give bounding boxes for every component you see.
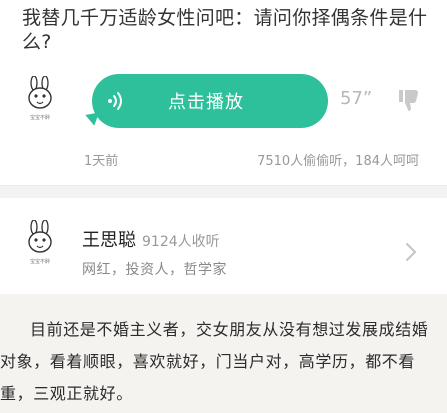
profile-name[interactable]: 王思聪 — [82, 230, 136, 251]
thumbs-down-icon[interactable] — [398, 88, 420, 112]
voice-duration: 57” — [340, 88, 373, 109]
question-text: 我替几千万适龄女性问吧：请问你择偶条件是什么? — [22, 7, 428, 53]
listen-stats: 7510人偷偷听，184人呵呵 — [257, 154, 419, 169]
avatar-caption: 宝宝不醉 — [30, 114, 50, 121]
rabbit-avatar-icon[interactable]: 宝宝不醉 — [22, 220, 58, 266]
profile-name-line: 王思聪 9124人收听 — [82, 226, 220, 252]
section-divider — [0, 185, 447, 198]
answer-box: 目前还是不婚主义者，交女朋友从没有想过发展成结婚对象，看着顺眼，喜欢就好，门当户… — [0, 294, 447, 413]
answer-text: 目前还是不婚主义者，交女朋友从没有想过发展成结婚对象，看着顺眼，喜欢就好，门当户… — [0, 320, 429, 403]
post-time: 1天前 — [84, 154, 119, 169]
avatar-caption: 宝宝不醉 — [30, 258, 50, 265]
profile-tags: 网红，投资人，哲学家 — [82, 262, 227, 278]
play-label: 点击播放 — [168, 92, 244, 113]
follower-count: 9124人收听 — [142, 234, 220, 250]
rabbit-avatar-icon[interactable]: 宝宝不醉 — [22, 76, 58, 122]
profile-row[interactable]: 宝宝不醉 王思聪 9124人收听 网红，投资人，哲学家 — [0, 198, 447, 290]
chevron-right-icon — [406, 243, 417, 261]
voice-play-button[interactable]: 点击播放 — [92, 74, 328, 128]
